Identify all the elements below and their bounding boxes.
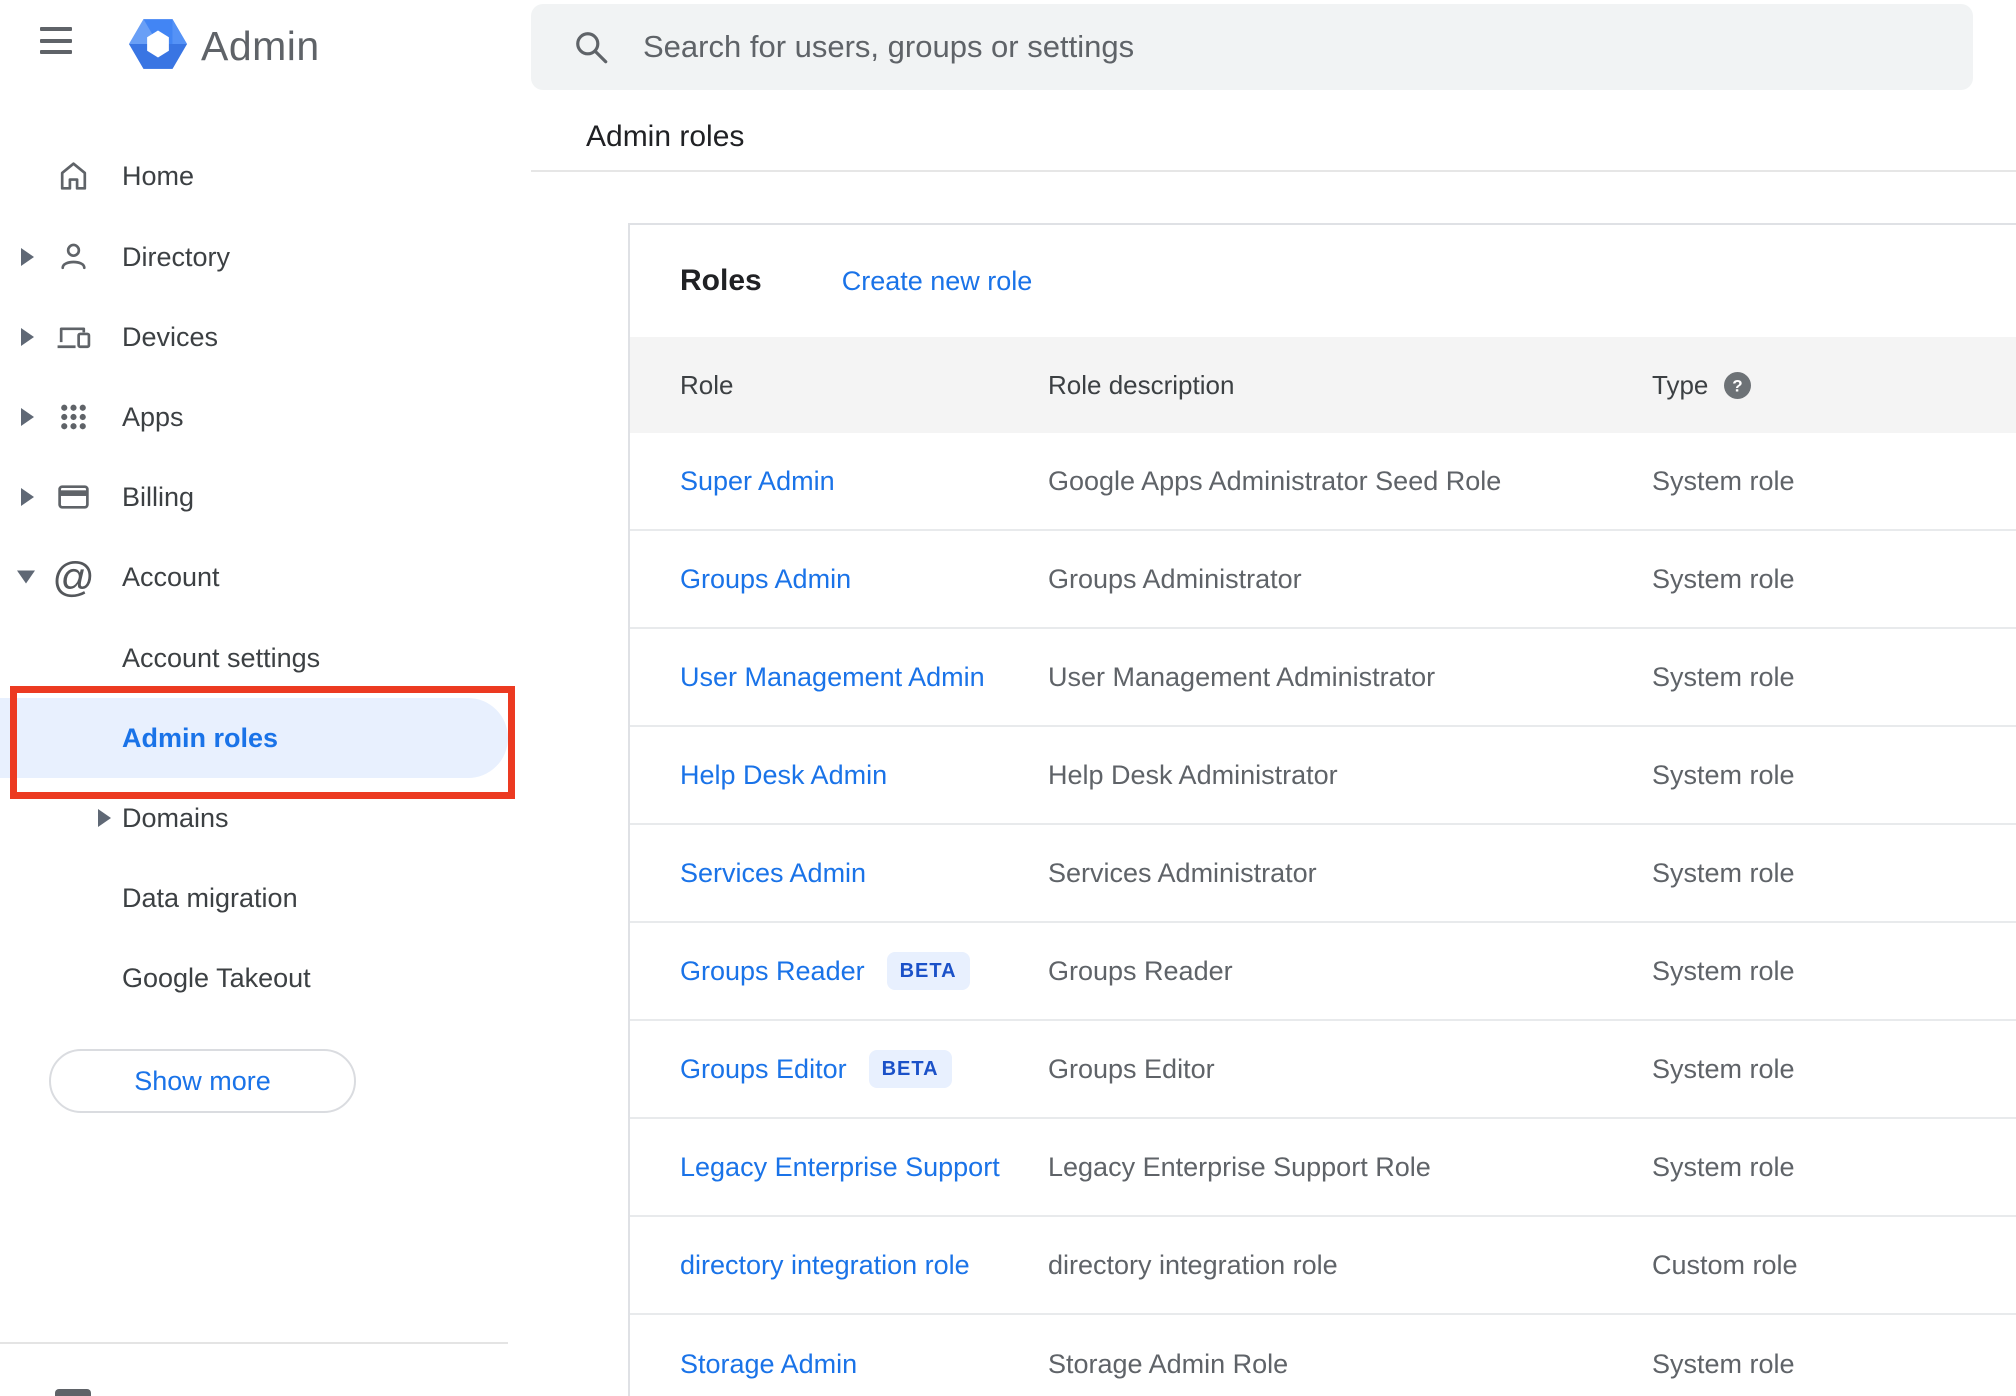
column-header-role: Role xyxy=(680,369,734,400)
chevron-right-icon xyxy=(21,328,34,346)
table-header: Role Role description Type ? xyxy=(630,337,2016,433)
sidebar-item-label: Home xyxy=(122,160,195,191)
show-more-button[interactable]: Show more xyxy=(49,1049,356,1113)
beta-badge: BETA xyxy=(886,952,970,990)
sidebar-item-label: Account settings xyxy=(122,642,321,673)
role-description: Groups Administrator xyxy=(1048,563,1302,594)
sidebar-item-label: Apps xyxy=(122,401,184,432)
table-row: directory integration role directory int… xyxy=(630,1217,2016,1315)
role-type: System role xyxy=(1652,759,1795,790)
role-link[interactable]: Help Desk Admin xyxy=(680,760,887,791)
table-row: Groups Editor BETA Groups Editor System … xyxy=(630,1021,2016,1119)
sidebar-item-label: Directory xyxy=(122,241,231,272)
sidebar-item-billing[interactable]: Billing xyxy=(0,457,412,537)
sidebar-item-label: Account xyxy=(122,561,220,592)
role-link[interactable]: User Management Admin xyxy=(680,662,985,693)
chevron-right-icon xyxy=(98,809,111,827)
table-row: Services Admin Services Administrator Sy… xyxy=(630,825,2016,923)
role-description: Groups Editor xyxy=(1048,1053,1215,1084)
role-type: System role xyxy=(1652,1053,1795,1084)
card-title: Roles xyxy=(680,264,762,297)
table-row: Legacy Enterprise Support Legacy Enterpr… xyxy=(630,1119,2016,1217)
show-more-label: Show more xyxy=(134,1065,271,1096)
role-type: System role xyxy=(1652,1348,1795,1379)
app-title: Admin xyxy=(201,23,320,69)
table-row: Groups Admin Groups Administrator System… xyxy=(630,531,2016,629)
sidebar-item-label: Devices xyxy=(122,321,219,352)
role-description: Legacy Enterprise Support Role xyxy=(1048,1151,1431,1182)
role-link[interactable]: Legacy Enterprise Support xyxy=(680,1152,1000,1183)
role-type: System role xyxy=(1652,857,1795,888)
role-description: Google Apps Administrator Seed Role xyxy=(1048,465,1502,496)
svg-text:?: ? xyxy=(1733,376,1743,395)
sidebar-item-label: Billing xyxy=(122,481,195,512)
role-type: System role xyxy=(1652,661,1795,692)
table-row: Groups Reader BETA Groups Reader System … xyxy=(630,923,2016,1021)
role-type: System role xyxy=(1652,563,1795,594)
table-row: Super Admin Google Apps Administrator Se… xyxy=(630,433,2016,531)
role-description: Groups Reader xyxy=(1048,955,1233,986)
column-header-description: Role description xyxy=(1048,369,1235,400)
sidebar-item-label: Google Takeout xyxy=(122,962,311,993)
sidebar-item-apps[interactable]: Apps xyxy=(0,377,412,457)
menu-icon[interactable] xyxy=(40,27,72,54)
role-link[interactable]: Storage Admin xyxy=(680,1349,857,1380)
chevron-right-icon xyxy=(21,408,34,426)
at-sign-icon: @ xyxy=(52,553,95,601)
apps-grid-icon xyxy=(55,399,92,436)
role-type: System role xyxy=(1652,465,1795,496)
role-description: Services Administrator xyxy=(1048,857,1317,888)
chevron-right-icon xyxy=(21,488,34,506)
credit-card-icon xyxy=(55,479,92,516)
role-link[interactable]: Groups Reader xyxy=(680,956,865,987)
roles-card-header: Roles Create new role xyxy=(630,225,2016,337)
search-input[interactable] xyxy=(643,29,1923,65)
column-header-type: Type ? xyxy=(1652,370,2016,401)
sidebar-item-devices[interactable]: Devices xyxy=(0,297,412,377)
sidebar-item-label: Data migration xyxy=(122,882,298,913)
sidebar-item-label: Admin roles xyxy=(122,722,279,753)
chevron-right-icon xyxy=(21,248,34,266)
sidebar-item-label: Domains xyxy=(122,802,229,833)
breadcrumb: Admin roles xyxy=(586,120,745,153)
role-type: Custom role xyxy=(1652,1249,1798,1280)
role-link[interactable]: Super Admin xyxy=(680,466,835,497)
home-icon xyxy=(55,158,92,195)
devices-icon xyxy=(55,319,92,356)
role-description: User Management Administrator xyxy=(1048,661,1436,692)
sidebar-item-directory[interactable]: Directory xyxy=(0,217,412,297)
table-row: Storage Admin Storage Admin Role System … xyxy=(630,1315,2016,1396)
role-type: System role xyxy=(1652,1151,1795,1182)
sidebar-item-home[interactable]: Home xyxy=(0,136,412,216)
create-new-role-link[interactable]: Create new role xyxy=(842,266,1033,297)
role-description: Storage Admin Role xyxy=(1048,1348,1289,1379)
sidebar-item-account[interactable]: @ Account xyxy=(0,537,412,617)
sidebar-item-google-takeout[interactable]: Google Takeout xyxy=(0,938,412,1018)
table-row: User Management Admin User Management Ad… xyxy=(630,629,2016,727)
role-description: Help Desk Administrator xyxy=(1048,759,1338,790)
role-description: directory integration role xyxy=(1048,1249,1338,1280)
role-link[interactable]: directory integration role xyxy=(680,1250,970,1281)
breadcrumb-divider xyxy=(531,170,2016,172)
table-row: Help Desk Admin Help Desk Administrator … xyxy=(630,727,2016,825)
person-icon xyxy=(55,239,92,276)
help-icon[interactable]: ? xyxy=(1724,371,1752,399)
chevron-down-icon xyxy=(17,570,35,584)
sidebar-item-admin-roles[interactable]: Admin roles xyxy=(0,698,508,778)
search-icon xyxy=(573,29,611,72)
sidebar-divider xyxy=(0,1342,508,1344)
role-link[interactable]: Groups Editor xyxy=(680,1054,847,1085)
sidebar-item-data-migration[interactable]: Data migration xyxy=(0,858,412,938)
role-link[interactable]: Services Admin xyxy=(680,858,866,889)
admin-logo-icon[interactable] xyxy=(129,17,187,76)
role-type: System role xyxy=(1652,955,1795,986)
beta-badge: BETA xyxy=(868,1050,952,1088)
role-link[interactable]: Groups Admin xyxy=(680,564,851,595)
sidebar-item-domains[interactable]: Domains xyxy=(0,778,412,858)
search-bar[interactable] xyxy=(531,4,1973,90)
partial-bottom-icon xyxy=(55,1389,91,1396)
roles-card: Roles Create new role Role Role descript… xyxy=(628,223,2016,1396)
admin-console-screen: Admin Home Directory Devices Apps Billin… xyxy=(0,0,2016,1396)
sidebar-item-account-settings[interactable]: Account settings xyxy=(0,618,412,698)
